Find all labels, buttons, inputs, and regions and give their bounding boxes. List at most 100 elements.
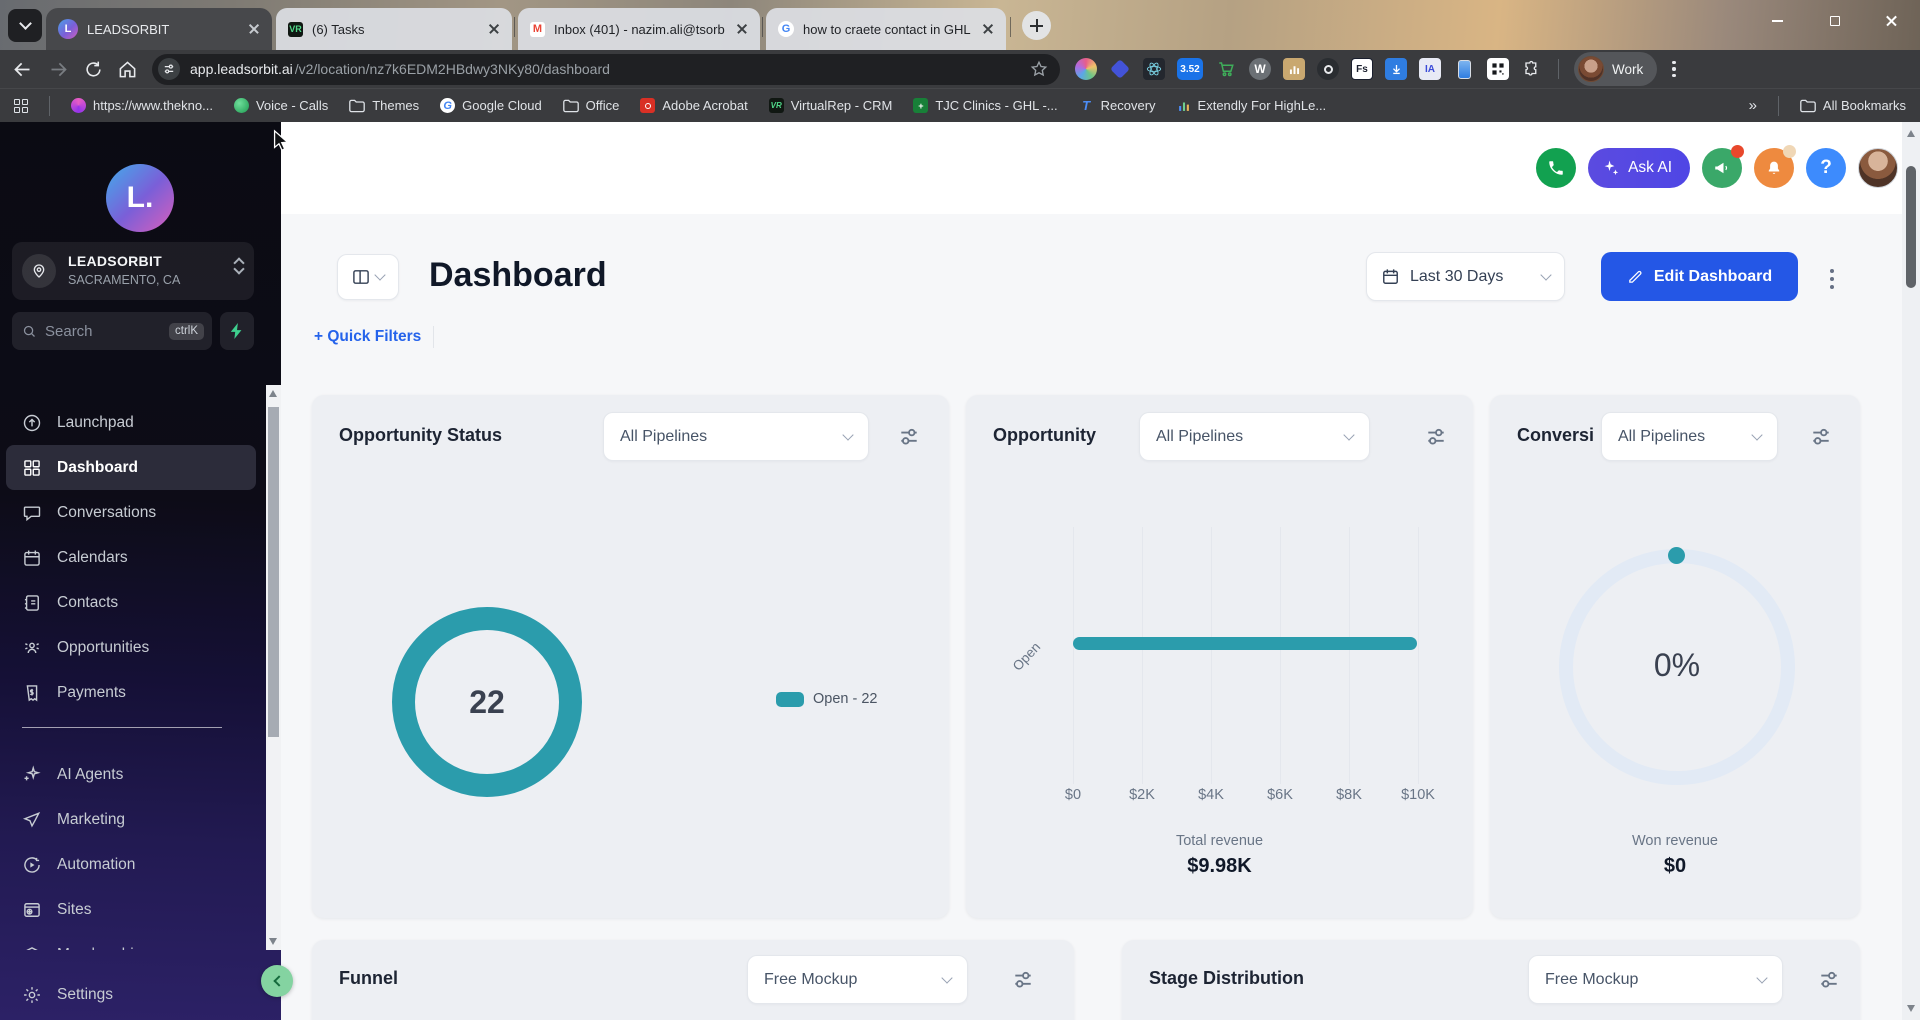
maximize-button[interactable] [1806,0,1863,42]
ia-extension-icon[interactable]: IA [1419,58,1441,80]
bookmark-thekno[interactable]: https://www.thekno... [71,98,213,113]
widget-settings-icon[interactable] [1425,426,1447,448]
tab-list-button[interactable] [8,9,42,42]
sidebar-item-contacts[interactable]: Contacts [6,580,256,625]
bookmark-extendly[interactable]: Extendly For HighLe... [1177,98,1327,113]
widget-settings-icon[interactable] [1810,426,1832,448]
location-switcher[interactable]: LEADSORBIT SACRAMENTO, CA [12,242,254,300]
minimize-button[interactable] [1749,0,1806,42]
close-icon[interactable] [246,21,262,37]
announcements-button[interactable] [1702,148,1742,188]
bookmark-star-icon[interactable] [1030,60,1048,78]
fs-extension-icon[interactable]: Fs [1351,58,1373,80]
sidebar-collapse-button[interactable] [261,965,293,997]
opportunity-status-donut[interactable]: 22 [392,607,582,797]
sidebar-item-sites[interactable]: Sites [6,887,256,932]
scrollbar-thumb[interactable] [1906,166,1916,288]
tab-separator [1010,17,1011,37]
new-tab-button[interactable] [1022,11,1051,40]
funnel-filter-select[interactable]: Free Mockup [747,955,968,1004]
close-icon[interactable] [980,21,996,37]
pipeline-filter-select[interactable]: All Pipelines [603,412,869,461]
notifications-button[interactable] [1754,148,1794,188]
sidebar-item-marketing[interactable]: Marketing [6,797,256,842]
scroll-up-icon[interactable] [1907,130,1915,137]
sidebar-search-input[interactable]: Search ctrlK [12,312,212,350]
edit-dashboard-button[interactable]: Edit Dashboard [1601,252,1798,301]
help-button[interactable]: ? [1806,148,1846,188]
pipeline-filter-select[interactable]: All Pipelines [1139,412,1370,461]
browser-menu-button[interactable] [1672,61,1675,77]
sidebar-item-payments[interactable]: Payments [6,670,256,715]
tab-inbox[interactable]: M Inbox (401) - nazim.ali@tsorbit [518,8,760,50]
sidebar-item-settings[interactable]: Settings [6,972,256,1017]
back-icon[interactable] [12,59,33,80]
tab-tasks[interactable]: VR (6) Tasks [276,8,512,50]
close-window-button[interactable] [1863,0,1920,42]
bookmarks-overflow-button[interactable]: » [1749,97,1757,114]
tab-leadsorbit[interactable]: L LEADSORBIT [46,8,272,50]
widget-settings-icon[interactable] [1818,969,1840,991]
apps-grid-icon[interactable] [14,99,28,113]
sidebar-item-automation[interactable]: Automation [6,842,256,887]
all-bookmarks-button[interactable]: All Bookmarks [1800,98,1906,113]
sidebar-item-dashboard[interactable]: Dashboard [6,445,256,490]
sidebar-item-launchpad[interactable]: Launchpad [6,400,256,445]
scroll-up-icon[interactable] [269,390,277,397]
widget-settings-icon[interactable] [898,426,920,448]
stage-filter-select[interactable]: Free Mockup [1528,955,1783,1004]
address-bar[interactable]: app.leadsorbit.ai/v2/location/nz7k6EDM2H… [152,54,1060,85]
question-mark-icon: ? [1820,157,1832,179]
phone-button[interactable] [1536,148,1576,188]
puzzle-extensions-icon[interactable] [1521,58,1543,80]
cart-extension-icon[interactable] [1215,58,1237,80]
bookmark-office[interactable]: Office [563,98,620,113]
chart-extension-icon[interactable] [1283,58,1305,80]
user-avatar[interactable] [1858,148,1898,188]
profile-button[interactable]: Work [1574,52,1657,86]
bookmark-voice-calls[interactable]: Voice - Calls [234,98,328,113]
date-range-button[interactable]: Last 30 Days [1366,252,1565,301]
close-icon[interactable] [734,21,750,37]
version-badge-extension-icon[interactable]: 3.52 [1177,58,1203,80]
bookmark-adobe-acrobat[interactable]: Adobe Acrobat [640,98,747,113]
page-scrollbar[interactable] [1902,122,1920,1020]
close-icon[interactable] [486,21,502,37]
diamond-extension-icon[interactable] [1109,58,1131,80]
quick-actions-button[interactable] [220,312,254,350]
pipeline-filter-select[interactable]: All Pipelines [1601,412,1778,461]
qr-extension-icon[interactable] [1487,58,1509,80]
bookmark-virtualrep[interactable]: VRVirtualRep - CRM [769,98,893,113]
reload-icon[interactable] [84,60,103,79]
scroll-down-icon[interactable] [1907,1005,1915,1012]
camera-extension-icon[interactable] [1317,58,1339,80]
dashboard-options-button[interactable] [1824,263,1840,295]
bookmark-recovery[interactable]: TRecovery [1079,98,1156,113]
sidebar-item-calendars[interactable]: Calendars [6,535,256,580]
sidebar-item-ai-agents[interactable]: AI Agents [6,752,256,797]
quick-filters[interactable]: + Quick Filters [314,326,434,348]
scroll-down-icon[interactable] [269,938,277,945]
knot-extension-icon[interactable] [1075,58,1097,80]
site-info-icon[interactable] [158,58,180,80]
bookmark-google-cloud[interactable]: GGoogle Cloud [440,98,542,113]
home-icon[interactable] [118,60,137,79]
wordpress-extension-icon[interactable]: W [1249,58,1271,80]
bookmark-tjc-clinics[interactable]: +TJC Clinics - GHL -... [913,98,1057,113]
react-extension-icon[interactable] [1143,58,1165,80]
revenue-bar-open[interactable] [1073,637,1417,650]
tab-search-ghl[interactable]: G how to craete contact in GHL - [766,8,1006,50]
dashboard-layout-picker[interactable] [337,254,399,300]
sidebar-item-memberships[interactable]: Memberships [6,932,256,950]
sidebar-item-opportunities[interactable]: Opportunities [6,625,256,670]
widget-settings-icon[interactable] [1012,969,1034,991]
forward-icon[interactable] [48,59,69,80]
legend-open[interactable]: Open - 22 [776,691,878,707]
bookmark-themes[interactable]: Themes [349,98,419,113]
sidebar-scrollbar[interactable] [266,385,281,950]
scrollbar-thumb[interactable] [268,407,279,737]
phone-extension-icon[interactable] [1453,58,1475,80]
ask-ai-button[interactable]: Ask AI [1588,148,1690,188]
download-extension-icon[interactable] [1385,58,1407,80]
sidebar-item-conversations[interactable]: Conversations [6,490,256,535]
